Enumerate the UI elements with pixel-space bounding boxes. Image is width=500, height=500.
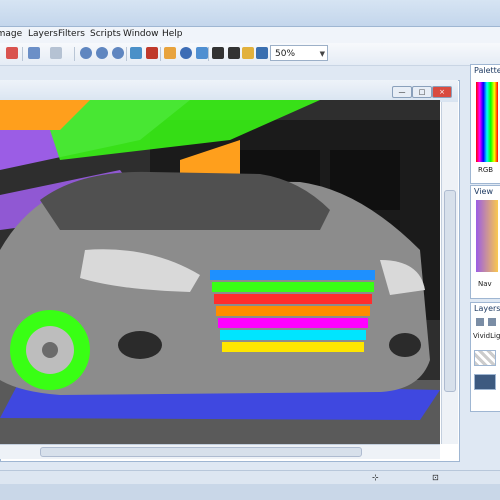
selection-size-icon: ⊡ [432, 473, 439, 482]
palette-icon[interactable] [228, 47, 240, 59]
palette-title: Palette [474, 66, 500, 75]
minimize-button[interactable]: — [392, 86, 412, 98]
menu-image[interactable]: Image [0, 29, 22, 39]
layers-title: Layers [474, 304, 500, 313]
menu-window[interactable]: Window [123, 29, 159, 39]
navigator-label[interactable]: Nav [478, 280, 492, 288]
grille [210, 270, 375, 352]
colors-icon[interactable] [212, 47, 224, 59]
menu-layers[interactable]: Layers [28, 29, 58, 39]
toolbar-separator [208, 47, 209, 61]
zoom-out-icon[interactable] [96, 47, 108, 59]
main-toolbar [0, 43, 500, 66]
maximize-button[interactable]: □ [412, 86, 432, 98]
zoom-in-icon[interactable] [80, 47, 92, 59]
bottom-frame [0, 484, 500, 500]
blend-mode-select[interactable]: VividLig [473, 332, 500, 340]
document-titlebar [0, 80, 458, 102]
vertical-scroll-thumb[interactable] [444, 190, 456, 392]
layer-thumbnail[interactable] [474, 350, 496, 366]
tools-icon[interactable] [164, 47, 176, 59]
chevron-down-icon: ▼ [319, 50, 325, 58]
view-title: View [474, 187, 493, 196]
navigator-preview[interactable] [476, 200, 498, 272]
undo-icon[interactable] [28, 47, 40, 59]
toolbar-separator [126, 47, 127, 61]
menu-help[interactable]: Help [162, 29, 183, 39]
grid-icon[interactable] [130, 47, 142, 59]
zoom-fit-icon[interactable] [112, 47, 124, 59]
window-titlebar [0, 0, 500, 27]
cursor-position-icon: ⊹ [372, 473, 379, 482]
toolbar-separator [74, 47, 75, 61]
color-wheel[interactable] [476, 82, 498, 162]
settings-icon[interactable] [256, 47, 268, 59]
close-button[interactable]: × [432, 86, 452, 98]
layer-thumbnail[interactable] [474, 374, 496, 390]
image-canvas[interactable] [0, 100, 440, 444]
horizontal-scroll-thumb[interactable] [40, 447, 362, 457]
redo-icon[interactable] [50, 47, 62, 59]
ruler-icon[interactable] [146, 47, 158, 59]
history-icon[interactable] [180, 47, 192, 59]
layers-icon[interactable] [196, 47, 208, 59]
zoom-select[interactable]: 50% ▼ [270, 45, 328, 61]
crop-icon[interactable] [6, 47, 18, 59]
toolbar-separator [160, 47, 161, 61]
menu-scripts[interactable]: Scripts [90, 29, 121, 39]
car-image [0, 100, 440, 444]
status-bar: ⊹ ⊡ [0, 470, 500, 485]
palette-mode[interactable]: RGB [478, 166, 493, 174]
image-icon[interactable] [242, 47, 254, 59]
menu-bar: Image Layers Filters Scripts Window Help [0, 27, 500, 43]
zoom-value: 50% [275, 49, 296, 59]
menu-filters[interactable]: Filters [58, 29, 85, 39]
new-layer-icon[interactable] [476, 318, 484, 326]
toolbar-separator [22, 47, 23, 61]
delete-layer-icon[interactable] [488, 318, 496, 326]
